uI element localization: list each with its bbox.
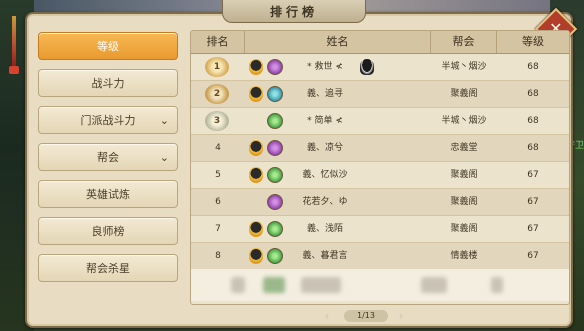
sidebar-item-label: 帮会杀星 [86, 262, 130, 275]
sidebar-item-hero-trial[interactable]: 英雄试炼 [38, 180, 178, 208]
redacted-block [421, 277, 447, 293]
sidebar-item-label: 良师榜 [91, 225, 125, 238]
rank-number: 2 [213, 89, 221, 99]
sidebar-item-mentor-ranking[interactable]: 良师榜 [38, 217, 178, 245]
vip-icon [249, 221, 263, 237]
table-row[interactable]: 5 義、忆似沙 聚義阁 67 [191, 162, 569, 189]
page-indicator: 1/13 [344, 310, 388, 322]
class-emblem-icon [267, 59, 283, 75]
redacted-block [263, 277, 285, 293]
vip-icon [249, 59, 263, 75]
player-name: * 救世 ≮ [307, 62, 343, 72]
player-name: 義、浅陌 [306, 224, 343, 234]
guild-name: 聚義阁 [450, 224, 478, 234]
rank-number: 1 [213, 62, 221, 72]
rank-number: 7 [215, 224, 221, 234]
table-header: 排名 姓名 帮会 等级 [191, 31, 569, 54]
player-name: 花若夕、ゆ [302, 197, 348, 207]
guild-name: 聚義阁 [450, 170, 478, 180]
guild-name: 聚義阁 [450, 197, 478, 207]
table-row[interactable]: 2 義、追寻 聚義阁 68 [191, 81, 569, 108]
column-header-rank: 排名 [191, 31, 245, 53]
rank-number: 6 [215, 197, 221, 207]
sidebar-item-level[interactable]: 等级 [38, 32, 178, 60]
table-row[interactable]: 7 義、浅陌 聚義阁 67 [191, 216, 569, 243]
sidebar-item-label: 帮会 [97, 151, 119, 164]
class-emblem-icon [267, 194, 283, 210]
vip-icon [249, 248, 263, 264]
rank-number: 5 [215, 170, 221, 180]
table-row[interactable]: 1 * 救世 ≮ 半城丶烟沙 68 [191, 54, 569, 81]
guild-name: 聚義阁 [450, 89, 478, 99]
pagination: ‹ 1/13 › [320, 308, 420, 324]
sidebar-item-label: 战斗力 [91, 77, 125, 90]
class-emblem-icon [267, 221, 283, 237]
own-rank-row-redacted [191, 269, 569, 301]
rank-number: 4 [215, 143, 221, 153]
class-emblem-icon [267, 248, 283, 264]
player-level: 68 [527, 143, 539, 153]
vip-icon [249, 140, 263, 156]
rank-number: 8 [215, 251, 221, 261]
player-level: 67 [527, 251, 539, 261]
player-level: 67 [527, 170, 539, 180]
table-row[interactable]: 8 義、暮君言 情義楼 67 [191, 243, 569, 270]
rank-1-badge-icon: 1 [205, 57, 229, 77]
player-level: 67 [527, 224, 539, 234]
guild-name: 半城丶烟沙 [441, 116, 487, 126]
sidebar-item-label: 等级 [97, 40, 119, 53]
table-row[interactable]: 6 花若夕、ゆ 聚義阁 67 [191, 189, 569, 216]
class-emblem-icon [267, 140, 283, 156]
chevron-down-icon: ⌄ [159, 114, 169, 127]
panel-title: 排行榜 [222, 0, 366, 23]
guild-name: 忠義堂 [450, 143, 478, 153]
player-level: 68 [527, 62, 539, 72]
sidebar-item-guild-killstar[interactable]: 帮会杀星 [38, 254, 178, 282]
class-emblem-icon [267, 86, 283, 102]
sidebar-item-combat-power[interactable]: 战斗力 [38, 69, 178, 97]
table-row[interactable]: 4 義、凉兮 忠義堂 68 [191, 135, 569, 162]
player-name: 義、追寻 [306, 89, 343, 99]
player-name: 義、凉兮 [306, 143, 343, 153]
player-level: 68 [527, 116, 539, 126]
tassel-ornament-left [9, 16, 19, 74]
table-row[interactable]: 3 * 简单 ≮ 半城丶烟沙 68 [191, 108, 569, 135]
rank-3-badge-icon: 3 [205, 111, 229, 131]
sidebar-item-guild[interactable]: 帮会 ⌄ [38, 143, 178, 171]
vip-icon [249, 86, 263, 102]
ranking-table: 排名 姓名 帮会 等级 1 * 救世 ≮ 半城丶烟沙 68 2 義、追寻 聚義阁… [190, 30, 570, 305]
player-name: * 简单 ≮ [307, 116, 343, 126]
class-emblem-icon [267, 167, 283, 183]
player-name: 義、忆似沙 [302, 170, 348, 180]
rank-number: 3 [213, 116, 221, 126]
redacted-block [231, 277, 245, 293]
qq-penguin-icon [360, 59, 374, 75]
redacted-block [301, 277, 341, 293]
player-name: 義、暮君言 [302, 251, 348, 261]
sidebar-item-label: 门派战斗力 [80, 114, 136, 127]
class-emblem-icon [267, 113, 283, 129]
redacted-block [491, 277, 503, 293]
chevron-right-icon[interactable]: › [394, 308, 408, 324]
guild-name: 半城丶烟沙 [441, 62, 487, 72]
sidebar-item-sect-combat-power[interactable]: 门派战斗力 ⌄ [38, 106, 178, 134]
column-header-level: 等级 [522, 35, 544, 48]
player-level: 67 [527, 197, 539, 207]
chevron-left-icon[interactable]: ‹ [320, 308, 334, 324]
vip-icon [249, 167, 263, 183]
guild-name: 情義楼 [450, 251, 478, 261]
rank-2-badge-icon: 2 [205, 84, 229, 104]
chevron-down-icon: ⌄ [159, 151, 169, 164]
column-header-guild: 帮会 [431, 31, 497, 53]
sidebar-item-label: 英雄试炼 [86, 188, 130, 201]
column-header-name: 姓名 [245, 31, 431, 53]
player-level: 68 [527, 89, 539, 99]
